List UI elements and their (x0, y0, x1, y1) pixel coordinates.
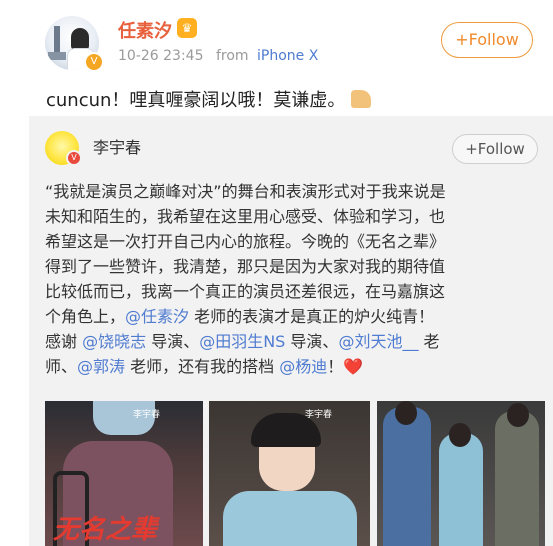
mention-link[interactable]: @郭涛 (77, 357, 125, 376)
repost-line: 希望这是一次打开自己内心的旅程。今晚的《无名之辈》 (45, 232, 446, 251)
reposted-card[interactable]: V 李宇春 +Follow “我就是演员之巅峰对决”的舞台和表演形式对于我来说是… (29, 116, 553, 546)
text-segment: 导演、 (146, 332, 200, 351)
photo-grid: 李宇春 无名之辈 李宇春 (45, 401, 545, 546)
photo-thumbnail[interactable]: 李宇春 无名之辈 (45, 401, 203, 546)
text-segment: 导演、 (285, 332, 339, 351)
username[interactable]: 任素汐 (118, 17, 172, 43)
follow-button[interactable]: +Follow (441, 22, 533, 58)
crown-icon: ♛ (177, 18, 197, 38)
text-segment: 师、 (45, 357, 78, 376)
repost-line: 感谢 @饶晓志 导演、@田羽生NS 导演、@刘天池__ 老 (45, 329, 537, 354)
photo-head (507, 403, 529, 427)
repost-line: 未知和陌生的，我希望在这里用心感受、体验和学习，也 (45, 207, 446, 226)
repost-follow-button[interactable]: +Follow (452, 134, 538, 164)
photo-thumbnail[interactable]: 李宇春 (209, 401, 370, 546)
mention-link[interactable]: @杨迪 (279, 357, 327, 376)
text-segment: 感谢 (45, 332, 83, 351)
source-prefix: from (215, 48, 249, 64)
repost-username[interactable]: 李宇春 (93, 134, 141, 158)
photo-figure (383, 407, 431, 546)
repost-text: “我就是演员之巅峰对决”的舞台和表演形式对于我来说是 未知和陌生的，我希望在这里… (45, 179, 537, 379)
mention-link[interactable]: @刘天池__ (338, 332, 418, 351)
heart-icon: ❤️ (343, 357, 364, 376)
photo-figure (223, 491, 357, 546)
mention-link[interactable]: @田羽生NS (199, 332, 285, 351)
mention-link[interactable]: @饶晓志 (82, 332, 146, 351)
photo-caption: 李宇春 (305, 410, 333, 420)
post-text: cuncun！哩真喱豪阔以哦！莫谦虚。 (46, 86, 372, 112)
post-time: 10-26 23:45 (118, 48, 204, 64)
mention-link[interactable]: @任素汐 (125, 307, 189, 326)
repost-line: 个角色上，@任素汐 老师的表演才是真正的炉火纯青！ (45, 304, 537, 329)
text-segment: 老 (418, 332, 440, 351)
eiffel-tower-shape (48, 26, 66, 60)
photo-head (395, 401, 417, 425)
photo-head (449, 423, 471, 447)
photo-figure (439, 433, 483, 546)
avatar-person-hair (71, 28, 89, 50)
text-segment: 个角色上， (45, 307, 126, 326)
text-segment: 老师，还有我的搭档 (125, 357, 280, 376)
post-meta: 10-26 23:45 from iPhone X (118, 48, 318, 64)
text-segment: ！ (327, 357, 344, 376)
repost-line: 得到了一些赞许，我清楚，那只是因为大家对我的期待值 (45, 257, 446, 276)
text-segment: 老师的表演才是真正的炉火纯青！ (189, 307, 435, 326)
source-device-link[interactable]: iPhone X (257, 48, 318, 64)
thumbs-up-icon (351, 90, 372, 108)
repost-verified-icon: V (66, 150, 82, 166)
post-header: V 任素汐 ♛ 10-26 23:45 from iPhone X +Follo… (0, 0, 553, 80)
photo-caption: 李宇春 (133, 410, 161, 420)
photo-figure (495, 411, 539, 546)
repost-line: “我就是演员之巅峰对决”的舞台和表演形式对于我来说是 (45, 182, 446, 201)
repost-line: 师、@郭涛 老师，还有我的搭档 @杨迪！❤️ (45, 354, 537, 379)
post-text-content: cuncun！哩真喱豪阔以哦！莫谦虚。 (46, 90, 346, 111)
movie-title-watermark: 无名之辈 (53, 515, 158, 545)
photo-thumbnail[interactable] (377, 401, 545, 546)
repost-line: 比较低而已，我离一个真正的演员还差很远，在马嘉旗这 (45, 282, 446, 301)
verified-icon: V (84, 52, 104, 72)
